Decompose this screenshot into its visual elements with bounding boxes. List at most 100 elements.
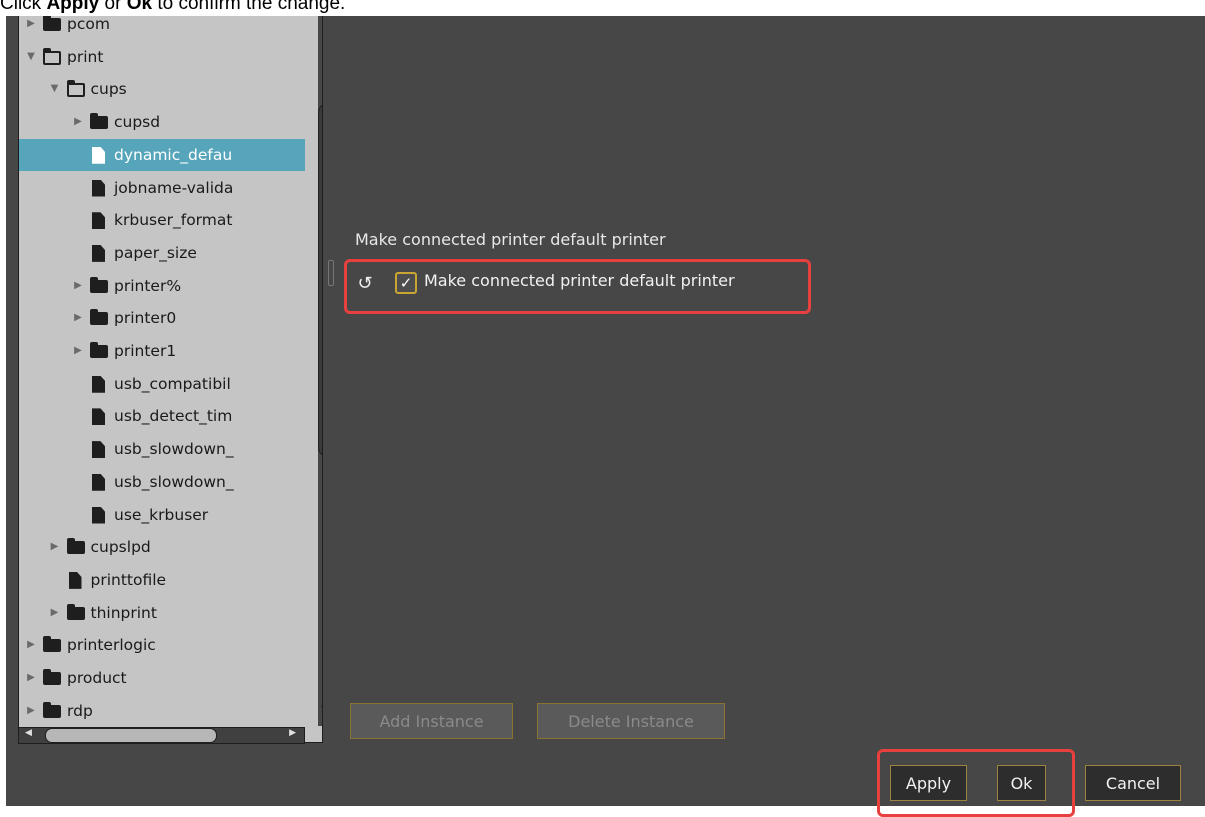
tree-file-item[interactable]: paper_size bbox=[19, 237, 305, 269]
folder-icon bbox=[90, 276, 108, 293]
collapsed-arrow-icon[interactable]: ▶ bbox=[49, 531, 61, 563]
file-icon bbox=[92, 473, 105, 491]
tree-file-item[interactable]: usb_slowdown_ bbox=[19, 466, 305, 498]
collapsed-arrow-icon[interactable]: ▶ bbox=[72, 106, 84, 138]
tree-item-label: print bbox=[67, 47, 104, 66]
checkbox-highlight-box bbox=[344, 259, 811, 314]
tree-folder-item[interactable]: ▶ printerlogic bbox=[19, 629, 305, 661]
file-icon bbox=[92, 146, 105, 164]
preferences-dialog: ▶ pcom ▼ print ▼ cups ▶ cupsd dynamic_defaujobna… bbox=[6, 16, 1205, 817]
instruction-ok-word: Ok bbox=[126, 0, 153, 14]
tree-folder-item[interactable]: ▼ cups bbox=[19, 73, 305, 105]
tree-folder-item[interactable]: ▶ printer% bbox=[19, 270, 305, 302]
tree-item-label: printer% bbox=[114, 276, 182, 295]
instruction-middle: or bbox=[99, 0, 127, 14]
tree-item-label: usb_detect_tim bbox=[114, 407, 233, 426]
folder-icon bbox=[66, 538, 85, 555]
file-icon bbox=[92, 375, 105, 393]
file-icon bbox=[92, 212, 105, 230]
tree-file-item[interactable]: printtofile bbox=[19, 564, 305, 596]
folder-icon bbox=[90, 309, 108, 326]
tree-item-label: use_krbuser bbox=[114, 505, 209, 524]
cancel-button[interactable]: Cancel bbox=[1085, 765, 1181, 801]
tree-folder-item[interactable]: ▶ thinprint bbox=[19, 597, 305, 629]
instruction-prefix: Click bbox=[0, 0, 47, 14]
ok-button[interactable]: Ok bbox=[997, 765, 1046, 801]
tree-item-label: rdp bbox=[67, 701, 93, 720]
folder-icon bbox=[43, 16, 61, 31]
settings-tree: ▶ pcom ▼ print ▼ cups ▶ cupsd dynamic_defaujobna… bbox=[18, 16, 323, 743]
file-icon bbox=[92, 441, 105, 459]
tree-folder-item[interactable]: ▶ cupslpd bbox=[19, 531, 305, 563]
tree-folder-item[interactable]: ▼ print bbox=[19, 41, 305, 73]
instruction-apply-word: Apply bbox=[46, 0, 100, 14]
collapsed-arrow-icon[interactable]: ▶ bbox=[49, 597, 61, 629]
tree-file-item[interactable]: usb_compatibil bbox=[19, 368, 305, 400]
file-icon bbox=[92, 408, 105, 426]
folder-icon bbox=[90, 113, 108, 130]
tree-item-label: thinprint bbox=[90, 603, 157, 622]
tree-file-item[interactable]: usb_slowdown_ bbox=[19, 433, 305, 465]
tree-item-label: usb_slowdown_ bbox=[114, 440, 234, 459]
tree-file-item[interactable]: dynamic_defau bbox=[19, 138, 305, 171]
tree-item-label: cupsd bbox=[114, 113, 161, 132]
scroll-down-arrow-icon[interactable]: ▼ bbox=[321, 704, 322, 715]
add-instance-button[interactable]: Add Instance bbox=[350, 703, 513, 739]
tree-item-label: jobname-valida bbox=[114, 178, 234, 197]
tree-item-label: cups bbox=[90, 80, 127, 99]
tree-item-label: usb_slowdown_ bbox=[114, 472, 234, 491]
tree-item-label: printerlogic bbox=[67, 636, 156, 655]
collapsed-arrow-icon[interactable]: ▶ bbox=[25, 16, 37, 40]
file-icon bbox=[92, 244, 105, 262]
tree-file-item[interactable]: use_krbuser bbox=[19, 499, 305, 531]
folder-icon bbox=[43, 701, 61, 718]
scroll-left-arrow-icon[interactable]: ◀ bbox=[25, 728, 32, 738]
file-icon bbox=[92, 506, 105, 524]
panel-splitter-handle[interactable] bbox=[328, 260, 334, 286]
tree-item-label: printer1 bbox=[114, 342, 177, 360]
tree-folder-item[interactable]: ▶ product bbox=[19, 662, 305, 694]
tree-folder-item[interactable]: ▶ pcom bbox=[19, 16, 305, 40]
tree-file-item[interactable]: usb_detect_tim bbox=[19, 400, 305, 432]
tree-item-label: cupslpd bbox=[90, 538, 151, 557]
folder-icon bbox=[90, 342, 108, 358]
setting-section-title: Make connected printer default printer bbox=[355, 230, 666, 249]
folder-open-icon bbox=[66, 80, 85, 98]
instruction-text: Click Apply or Ok to confirm the change. bbox=[0, 0, 345, 16]
tree-vertical-scroll-thumb[interactable] bbox=[318, 104, 322, 456]
tree-item-label: dynamic_defau bbox=[114, 145, 233, 164]
tree-vertical-scrollbar[interactable]: ▼ bbox=[318, 16, 322, 726]
delete-instance-button[interactable]: Delete Instance bbox=[537, 703, 725, 739]
tree-folder-item[interactable]: ▶ cupsd bbox=[19, 106, 305, 138]
scroll-right-arrow-icon[interactable]: ▶ bbox=[289, 728, 296, 738]
tree-file-item[interactable]: krbuser_format bbox=[19, 204, 305, 236]
tree-item-label: usb_compatibil bbox=[114, 374, 231, 393]
collapsed-arrow-icon[interactable]: ▶ bbox=[25, 629, 37, 661]
folder-open-icon bbox=[43, 47, 61, 65]
expanded-arrow-icon[interactable]: ▼ bbox=[25, 41, 37, 73]
collapsed-arrow-icon[interactable]: ▶ bbox=[25, 662, 37, 694]
tree-horizontal-scroll-thumb[interactable] bbox=[45, 728, 217, 743]
tree-file-item[interactable]: jobname-valida bbox=[19, 172, 305, 204]
folder-icon bbox=[66, 603, 85, 620]
instruction-suffix: to confirm the change. bbox=[152, 0, 346, 14]
expanded-arrow-icon[interactable]: ▼ bbox=[49, 73, 61, 105]
tree-item-label: printtofile bbox=[90, 570, 167, 589]
collapsed-arrow-icon[interactable]: ▶ bbox=[72, 270, 84, 302]
tree-item-label: krbuser_format bbox=[114, 211, 233, 230]
folder-icon bbox=[43, 636, 61, 653]
collapsed-arrow-icon[interactable]: ▶ bbox=[72, 335, 84, 367]
file-icon bbox=[68, 571, 82, 589]
apply-button[interactable]: Apply bbox=[890, 765, 967, 801]
tree-item-label: product bbox=[67, 669, 127, 687]
tree-item-label: pcom bbox=[67, 16, 110, 33]
tree-folder-item[interactable]: ▶ printer1 bbox=[19, 335, 305, 367]
collapsed-arrow-icon[interactable]: ▶ bbox=[25, 695, 37, 727]
tree-horizontal-scrollbar[interactable]: ◀ ▶ bbox=[18, 727, 305, 744]
collapsed-arrow-icon[interactable]: ▶ bbox=[72, 302, 84, 334]
tree-folder-item[interactable]: ▶ rdp bbox=[19, 695, 305, 727]
file-icon bbox=[92, 179, 105, 197]
tree-folder-item[interactable]: ▶ printer0 bbox=[19, 302, 305, 334]
folder-icon bbox=[43, 669, 61, 685]
tree-item-label: printer0 bbox=[114, 309, 177, 328]
